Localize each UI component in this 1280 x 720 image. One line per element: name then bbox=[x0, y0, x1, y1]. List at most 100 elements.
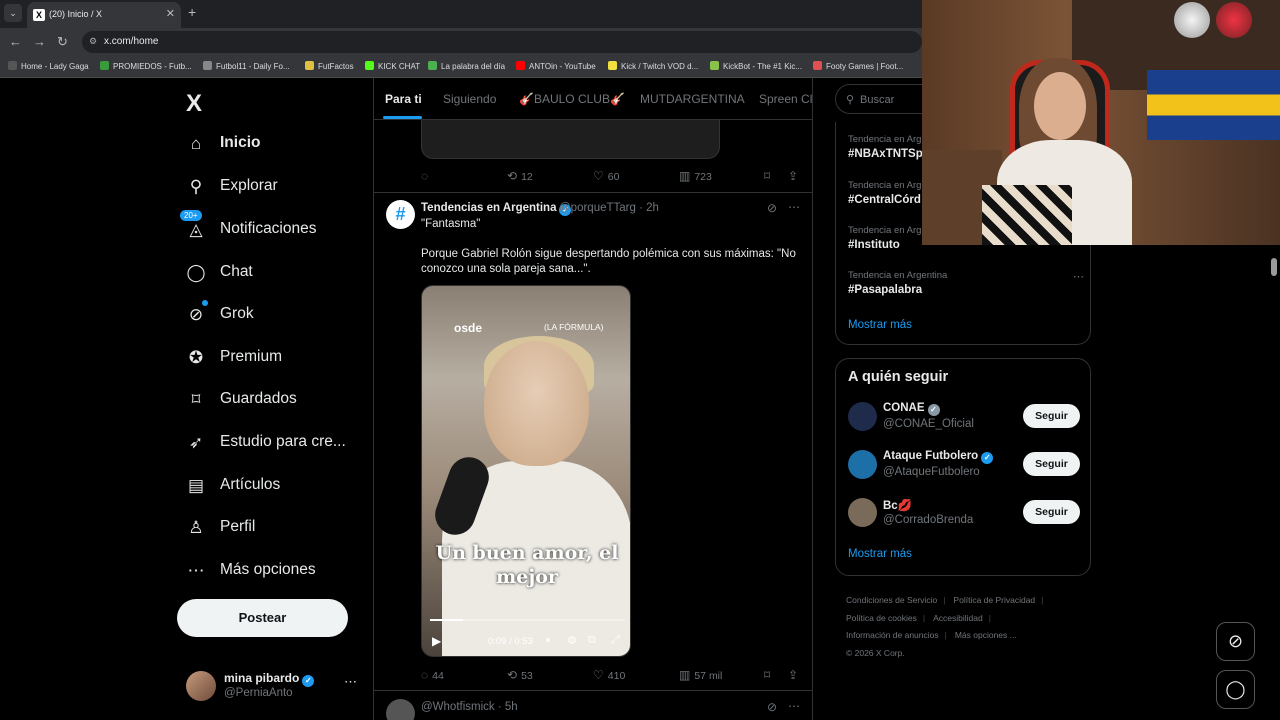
bookmark-favicon-icon bbox=[365, 61, 374, 70]
grok-floating-icon[interactable]: ⊘ bbox=[1216, 622, 1255, 661]
sidebar-item-estudio[interactable]: ➶ Estudio para cre... bbox=[186, 423, 356, 463]
repost-button[interactable]: ⟲ 12 bbox=[507, 169, 533, 183]
bookmark-item[interactable]: KickBot - The #1 Kic... bbox=[710, 61, 802, 71]
trend-more-icon[interactable]: ⋯ bbox=[1073, 270, 1084, 283]
reload-icon[interactable]: ↻ bbox=[57, 34, 68, 50]
footer-separator: | bbox=[988, 612, 991, 623]
x-logo-icon[interactable]: X bbox=[186, 90, 202, 118]
bookmark-item[interactable]: Footy Games | Foot... bbox=[813, 61, 903, 71]
bookmark-item[interactable]: Futbol11 - Daily Fo... bbox=[203, 61, 290, 71]
forward-icon[interactable]: → bbox=[33, 34, 46, 49]
post-button[interactable]: Postear bbox=[177, 599, 348, 637]
share-button[interactable]: ⇪ bbox=[788, 169, 802, 183]
footer-link[interactable]: Más opciones ... bbox=[955, 630, 1017, 640]
avatar[interactable] bbox=[386, 699, 415, 720]
sidebar-item-articulos[interactable]: ▤ Artículos bbox=[186, 466, 356, 506]
follow-button[interactable]: Seguir bbox=[1023, 452, 1080, 476]
play-icon[interactable]: ▶ bbox=[432, 634, 441, 648]
follow-suggestion[interactable]: CONAE ✓ @CONAE_Oficial Seguir bbox=[848, 400, 1084, 436]
sidebar-item-label: Grok bbox=[220, 305, 254, 322]
sidebar-item-label: Notificaciones bbox=[220, 220, 317, 237]
bookmark-item[interactable]: ANTOin - YouTube bbox=[516, 61, 596, 71]
trend-item[interactable]: Tendencia en Argentina #Pasapalabra ⋯ bbox=[848, 270, 1088, 296]
sidebar-item-perfil[interactable]: ♙ Perfil bbox=[186, 508, 356, 548]
tab-para-ti[interactable]: Para ti bbox=[385, 92, 422, 106]
site-info-icon[interactable]: ⚙ bbox=[89, 36, 97, 47]
sidebar-item-explorar[interactable]: ⚲ Explorar bbox=[186, 167, 356, 207]
post-divider bbox=[374, 690, 812, 691]
chat-floating-icon[interactable]: ◯ bbox=[1216, 670, 1255, 709]
post-more-icon[interactable]: ⋯ bbox=[788, 200, 800, 214]
bookmark-item[interactable]: Home - Lady Gaga bbox=[8, 61, 89, 71]
video-player[interactable]: osde (LA FÓRMULA) Un buen amor, el mejor… bbox=[421, 285, 631, 657]
reply-button[interactable]: ◌ bbox=[421, 169, 432, 183]
video-progress-bar[interactable] bbox=[430, 619, 625, 621]
reply-button[interactable]: ◌ 44 bbox=[421, 668, 444, 682]
follow-button[interactable]: Seguir bbox=[1023, 404, 1080, 428]
post-author[interactable]: Tendencias en Argentina ✓ bbox=[421, 202, 572, 216]
sidebar-item-premium[interactable]: ✪ Premium bbox=[186, 338, 356, 378]
share-button[interactable]: ⇪ bbox=[788, 668, 802, 682]
tab-siguiendo[interactable]: Siguiendo bbox=[443, 92, 496, 106]
follow-suggestion[interactable]: Ataque Futbolero ✓ @AtaqueFutbolero Segui… bbox=[848, 448, 1084, 484]
footer-link[interactable]: Política de cookies bbox=[846, 613, 917, 623]
sidebar-item-guardados[interactable]: ⌑ Guardados bbox=[186, 380, 356, 420]
follow-suggestion[interactable]: Bc💋 @CorradoBrenda Seguir bbox=[848, 496, 1084, 532]
like-button[interactable]: ♡ 60 bbox=[593, 169, 619, 183]
views-button[interactable]: ▥ 723 bbox=[679, 169, 712, 183]
tab-baulo-club[interactable]: 🎸BAULO CLUB🎸 bbox=[519, 92, 625, 106]
page-scrollbar[interactable] bbox=[1271, 258, 1277, 276]
home-icon: ⌂ bbox=[190, 134, 202, 153]
like-button[interactable]: ♡ 410 bbox=[593, 668, 625, 682]
footer-link[interactable]: Información de anuncios bbox=[846, 630, 939, 640]
address-bar[interactable]: ⚙ x.com/home bbox=[82, 31, 922, 53]
post-handle[interactable]: @Whotfismick · 5h bbox=[421, 701, 518, 713]
fullscreen-icon[interactable]: ⤢ bbox=[611, 634, 620, 647]
bookmark-favicon-icon bbox=[608, 61, 617, 70]
sidebar-item-mas-opciones[interactable]: ⋯ Más opciones bbox=[186, 551, 356, 591]
bookmark-item[interactable]: La palabra del día bbox=[428, 61, 505, 71]
views-button[interactable]: ▥ 57 mil bbox=[679, 668, 722, 682]
pip-icon[interactable]: ⧉ bbox=[588, 634, 596, 647]
who-to-follow-title: A quién seguir bbox=[848, 369, 949, 385]
footer-link[interactable]: Política de Privacidad bbox=[953, 595, 1035, 605]
post-handle[interactable]: @porqueTTarg · 2h bbox=[559, 202, 659, 214]
back-icon[interactable]: ← bbox=[9, 34, 22, 49]
repost-button[interactable]: ⟲ 53 bbox=[507, 668, 533, 682]
tab-spreen[interactable]: Spreen Cla bbox=[759, 92, 812, 106]
close-tab-icon[interactable]: ✕ bbox=[166, 7, 175, 20]
settings-icon[interactable]: ⚙ bbox=[567, 634, 577, 647]
more-dots-icon[interactable]: ⋯ bbox=[344, 674, 357, 690]
footer-link[interactable]: Condiciones de Servicio bbox=[846, 595, 937, 605]
bookmark-item[interactable]: KICK CHAT bbox=[365, 61, 420, 71]
bookmark-item[interactable]: PROMIEDOS - Futb... bbox=[100, 61, 192, 71]
avatar bbox=[848, 402, 877, 431]
bookmark-button[interactable]: ⌑ bbox=[764, 668, 774, 682]
bookmark-item[interactable]: FutFactos bbox=[305, 61, 354, 71]
follow-button[interactable]: Seguir bbox=[1023, 500, 1080, 524]
reply-icon: ◌ bbox=[421, 169, 429, 183]
tab-search-dropdown[interactable]: ⌄ bbox=[4, 4, 22, 22]
sidebar-item-grok[interactable]: ⊘ Grok bbox=[186, 295, 356, 335]
volume-icon[interactable]: 🔈︎ bbox=[546, 634, 553, 647]
sidebar-item-notificaciones[interactable]: ◬ 20+ Notificaciones bbox=[180, 210, 356, 250]
post-more-icon[interactable]: ⋯ bbox=[788, 699, 800, 713]
tab-mutdargentina[interactable]: MUTDARGENTINA bbox=[640, 92, 745, 106]
bookmark-item[interactable]: Kick / Twitch VOD d... bbox=[608, 61, 698, 71]
sidebar-item-inicio[interactable]: ⌂ Inicio bbox=[186, 124, 356, 164]
browser-tab[interactable]: X (20) Inicio / X ✕ bbox=[27, 2, 181, 28]
new-tab-icon[interactable]: + bbox=[188, 4, 196, 20]
video-caption: Un buen amor, el mejor bbox=[435, 542, 619, 588]
grok-explain-icon[interactable]: ⊘ bbox=[767, 201, 777, 215]
bookmark-button[interactable]: ⌑ bbox=[764, 169, 774, 183]
sidebar-item-chat[interactable]: ◯ Chat bbox=[186, 253, 356, 293]
show-more-trends-link[interactable]: Mostrar más bbox=[848, 319, 912, 331]
show-more-follow-link[interactable]: Mostrar más bbox=[848, 548, 912, 560]
grok-explain-icon[interactable]: ⊘ bbox=[767, 700, 777, 714]
video-brand-logo: osde bbox=[454, 321, 483, 335]
avatar[interactable]: # bbox=[386, 200, 415, 229]
footer-link[interactable]: Accesibilidad bbox=[933, 613, 983, 623]
account-switcher[interactable]: mina pibardo ✓ @PerniaAnto ⋯ bbox=[186, 668, 366, 708]
previous-post-media[interactable] bbox=[421, 120, 720, 159]
sidebar-item-label: Guardados bbox=[220, 390, 297, 407]
